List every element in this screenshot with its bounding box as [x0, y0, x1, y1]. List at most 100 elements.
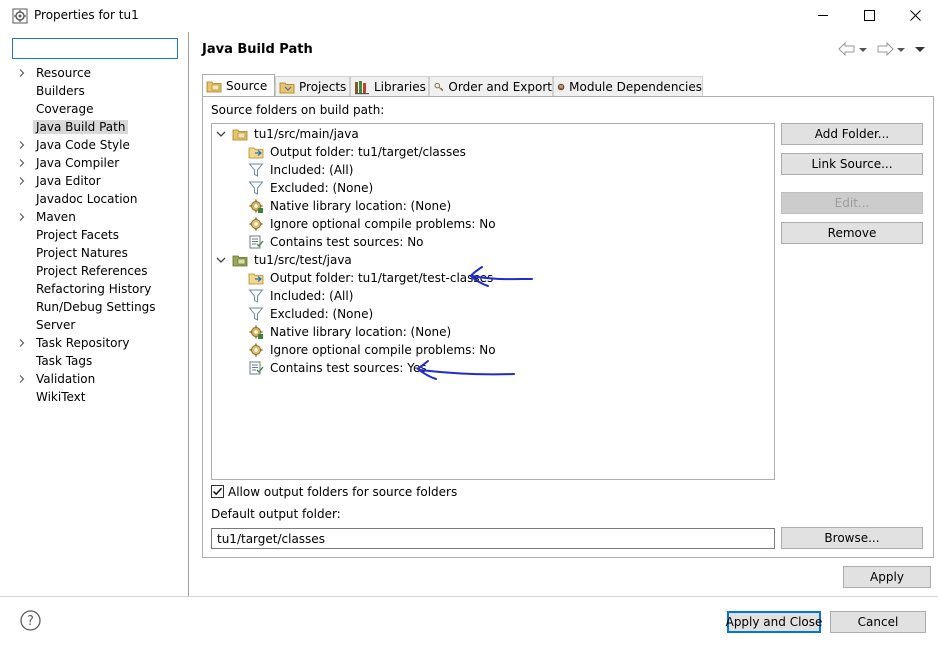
nav-item-label: Task Tags	[36, 354, 93, 368]
back-arrow-icon[interactable]	[838, 42, 856, 56]
tree-attribute-label: Output folder: tu1/target/classes	[270, 145, 466, 159]
tree-attribute-row[interactable]: Excluded: (None)	[248, 305, 373, 323]
tree-attribute-row[interactable]: Included: (All)	[248, 287, 353, 305]
nav-item-label: Project Natures	[36, 246, 128, 260]
tree-folder-row[interactable]: tu1/src/main/java	[216, 125, 359, 143]
tab-libraries[interactable]: Libraries	[350, 76, 429, 96]
tree-attribute-row[interactable]: Contains test sources: Yes	[248, 359, 427, 377]
apply-button[interactable]: Apply	[843, 566, 931, 588]
tree-folder-path: tu1/src/test/java	[254, 253, 352, 267]
nav-item-coverage[interactable]: Coverage	[14, 100, 186, 118]
nav-item-run-debug-settings[interactable]: Run/Debug Settings	[14, 298, 186, 316]
help-icon[interactable]: ?	[20, 610, 41, 631]
nav-item-label: Java Compiler	[36, 156, 120, 170]
chevron-right-icon[interactable]	[18, 141, 26, 149]
nav-item-java-code-style[interactable]: Java Code Style	[14, 136, 186, 154]
cancel-button[interactable]: Cancel	[830, 611, 926, 633]
nav-item-label: Resource	[36, 66, 92, 80]
nav-item-java-compiler[interactable]: Java Compiler	[14, 154, 186, 172]
tab-projects[interactable]: Projects	[275, 76, 350, 96]
tree-attribute-label: Excluded: (None)	[270, 307, 374, 321]
close-icon	[909, 10, 921, 21]
output-folder-icon	[248, 273, 264, 285]
forward-arrow-icon[interactable]	[876, 42, 894, 56]
test-sources-icon	[249, 361, 264, 375]
nav-item-validation[interactable]: Validation	[14, 370, 186, 388]
tree-attribute-row[interactable]: Native library location: (None)	[248, 323, 451, 341]
nav-item-task-tags[interactable]: Task Tags	[14, 352, 186, 370]
tree-folder-row[interactable]: tu1/src/test/java	[216, 251, 352, 269]
nav-item-label: Project Facets	[36, 228, 119, 242]
tree-attribute-row[interactable]: Excluded: (None)	[248, 179, 373, 197]
nav-item-java-build-path[interactable]: Java Build Path	[14, 118, 186, 136]
page-title: Java Build Path	[202, 42, 313, 57]
close-button[interactable]	[892, 0, 938, 31]
nav-item-wikitext[interactable]: WikiText	[14, 388, 186, 406]
chevron-right-icon[interactable]	[18, 375, 26, 383]
nav-item-javadoc-location[interactable]: Javadoc Location	[14, 190, 186, 208]
edit-button[interactable]: Edit...	[781, 192, 923, 214]
maximize-button[interactable]	[846, 0, 892, 31]
chevron-down-icon[interactable]	[216, 129, 226, 139]
tree-attribute-label: Native library location: (None)	[270, 325, 452, 339]
link-source-button[interactable]: Link Source...	[781, 153, 923, 175]
minimize-icon	[817, 15, 828, 16]
apply-and-close-button[interactable]: Apply and Close	[726, 611, 822, 633]
browse-button[interactable]: Browse...	[781, 527, 923, 549]
nav-item-label: Builders	[36, 84, 85, 98]
tree-attribute-row[interactable]: Contains test sources: No	[248, 233, 424, 251]
default-output-folder-label: Default output folder:	[211, 507, 341, 521]
tab-module-dependencies-label: Module Dependencies	[569, 79, 702, 94]
remove-button[interactable]: Remove	[781, 222, 923, 244]
nav-item-resource[interactable]: Resource	[14, 64, 186, 82]
nav-item-builders[interactable]: Builders	[14, 82, 186, 100]
module-icon: M	[557, 83, 565, 90]
chevron-right-icon[interactable]	[18, 159, 26, 167]
minimize-button[interactable]	[800, 0, 846, 31]
allow-output-folders-label[interactable]: Allow output folders for source folders	[228, 485, 457, 499]
tree-attribute-row[interactable]: Native library location: (None)	[248, 197, 451, 215]
source-folders-tree[interactable]: tu1/src/main/java Output folder: tu1/targ…	[211, 123, 775, 480]
nav-item-project-natures[interactable]: Project Natures	[14, 244, 186, 262]
filter-input[interactable]	[12, 38, 178, 59]
forward-menu-chevron-icon[interactable]	[896, 42, 906, 56]
tab-order-export[interactable]: Order and Export	[429, 76, 553, 96]
chevron-down-icon[interactable]	[216, 255, 226, 265]
filter-icon	[248, 289, 264, 303]
allow-output-folders-checkbox[interactable]	[211, 485, 224, 498]
tree-attribute-label: Contains test sources: Yes	[270, 361, 427, 375]
nav-item-project-references[interactable]: Project References	[14, 262, 186, 280]
tab-source-label: Source	[226, 78, 268, 93]
tree-attribute-row[interactable]: Ignore optional compile problems: No	[248, 215, 496, 233]
nav-item-maven[interactable]: Maven	[14, 208, 186, 226]
tree-attribute-label: Contains test sources: No	[270, 235, 424, 249]
tree-attribute-row[interactable]: Output folder: tu1/target/test-classes	[248, 269, 493, 287]
ignore-problems-icon	[249, 217, 263, 231]
default-output-folder-input[interactable]	[211, 528, 775, 549]
nav-item-project-facets[interactable]: Project Facets	[14, 226, 186, 244]
chevron-right-icon[interactable]	[18, 69, 26, 77]
tab-module-dependencies[interactable]: M Module Dependencies	[553, 76, 703, 96]
nav-item-refactoring-history[interactable]: Refactoring History	[14, 280, 186, 298]
chevron-right-icon[interactable]	[18, 213, 26, 221]
native-library-icon	[249, 325, 263, 339]
chevron-right-icon[interactable]	[18, 177, 26, 185]
tree-attribute-row[interactable]: Included: (All)	[248, 161, 353, 179]
nav-item-label: Maven	[36, 210, 76, 224]
nav-item-task-repository[interactable]: Task Repository	[14, 334, 186, 352]
tree-attribute-row[interactable]: Output folder: tu1/target/classes	[248, 143, 466, 161]
nav-item-label: Javadoc Location	[36, 192, 138, 206]
view-menu-icon[interactable]	[914, 42, 926, 56]
tab-bar: Source Projects Libraries Order and Expo…	[202, 74, 703, 96]
nav-item-java-editor[interactable]: Java Editor	[14, 172, 186, 190]
filter-icon	[248, 181, 264, 195]
tree-attribute-row[interactable]: Ignore optional compile problems: No	[248, 341, 496, 359]
nav-item-label: Project References	[36, 264, 148, 278]
output-folder-icon	[248, 147, 264, 159]
chevron-right-icon[interactable]	[18, 339, 26, 347]
back-menu-chevron-icon[interactable]	[858, 42, 868, 56]
add-folder-button[interactable]: Add Folder...	[781, 123, 923, 145]
nav-item-server[interactable]: Server	[14, 316, 186, 334]
tab-source[interactable]: Source	[202, 74, 275, 96]
source-folders-label: Source folders on build path:	[211, 103, 385, 117]
